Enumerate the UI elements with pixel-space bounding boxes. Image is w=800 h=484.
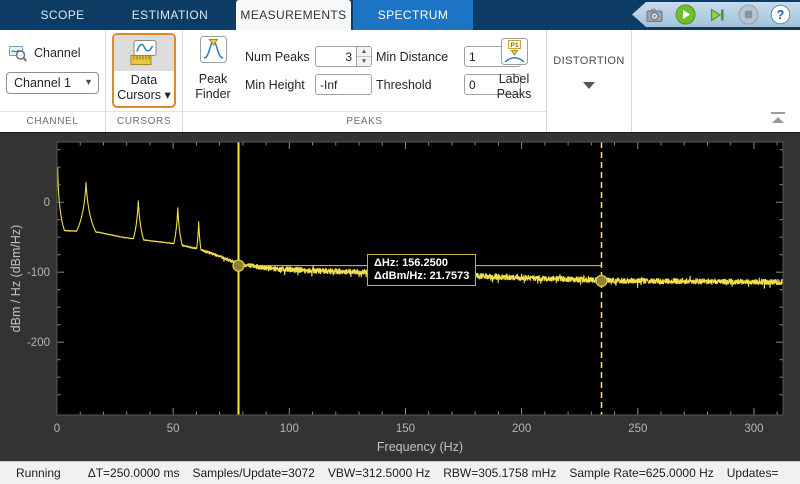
svg-text:200: 200 <box>512 423 531 435</box>
data-cursors-button[interactable]: Data Cursors ▾ <box>112 33 176 108</box>
num-peaks-spinner[interactable]: ▲ ▼ <box>356 47 371 66</box>
svg-text:300: 300 <box>744 423 763 435</box>
peak-finder-icon <box>200 36 227 63</box>
status-metric: Sample Rate=625.0000 Hz <box>569 466 713 480</box>
help-button[interactable]: ? <box>770 4 791 25</box>
status-metric: Samples/Update=3072 <box>192 466 314 480</box>
status-metric: RBW=305.1758 mHz <box>443 466 556 480</box>
spectrum-analyzer-window: SCOPE ESTIMATION MEASUREMENTS SPECTRUM <box>0 0 800 484</box>
min-height-label: Min Height <box>245 78 311 92</box>
min-height-field <box>315 74 372 95</box>
spinner-down-icon: ▼ <box>357 57 371 66</box>
channel-section: Channel Channel 1 ▾ CHANNEL <box>0 30 106 132</box>
svg-text:dBm / Hz (dBm/Hz): dBm / Hz (dBm/Hz) <box>9 225 23 333</box>
svg-text:0: 0 <box>44 197 50 209</box>
svg-text:150: 150 <box>396 423 415 435</box>
data-cursors-icon <box>127 39 161 68</box>
cursor-delta-hz: ΔHz: 156.2500 <box>374 257 469 270</box>
spectrum-chart-canvas[interactable]: 0 50 100 150 200 250 300 0 -100 -200 Frequency (Hz… <box>0 133 800 461</box>
svg-text:0: 0 <box>54 423 60 435</box>
channel-select-icon <box>8 43 28 63</box>
svg-text:-200: -200 <box>27 337 50 349</box>
num-peaks-input[interactable] <box>316 47 356 66</box>
collapse-bar-icon <box>771 112 785 114</box>
label-peaks-label-line2: Peaks <box>492 87 536 102</box>
channel-label: Channel <box>34 46 81 60</box>
cursor-delta-dbm: ΔdBm/Hz: 21.7573 <box>374 270 469 283</box>
run-button[interactable] <box>675 4 696 25</box>
collapse-arrow-icon <box>772 117 784 123</box>
stop-button[interactable] <box>738 4 759 25</box>
svg-text:Frequency (Hz): Frequency (Hz) <box>377 440 463 454</box>
svg-text:100: 100 <box>280 423 299 435</box>
tab-scope[interactable]: SCOPE <box>20 0 105 30</box>
status-metric: ΔT=250.0000 ms <box>88 466 180 480</box>
status-state: Running <box>16 466 61 480</box>
ribbon-filler <box>632 30 800 132</box>
data-cursors-label-line2: Cursors ▾ <box>114 88 174 103</box>
peak-finder-label-line2: Finder <box>189 87 237 102</box>
status-bar: Running ΔT=250.0000 ms Samples/Update=3072… <box>0 461 800 484</box>
channel-selector-header: Channel <box>8 43 105 63</box>
peak-finder-label-line1: Peak <box>189 72 237 87</box>
collapse-ribbon-button[interactable] <box>771 112 785 123</box>
tab-spectrum[interactable]: SPECTRUM <box>353 0 473 30</box>
svg-text:250: 250 <box>628 423 647 435</box>
step-forward-button[interactable] <box>707 5 727 25</box>
cursors-section-label: CURSORS <box>106 111 182 132</box>
tab-measurements[interactable]: MEASUREMENTS <box>236 0 351 30</box>
channel-dropdown-value: Channel 1 <box>14 76 71 90</box>
threshold-label: Threshold <box>376 78 460 92</box>
svg-text:?: ? <box>777 8 785 22</box>
svg-text:50: 50 <box>167 423 180 435</box>
quick-access-toolbar: ? <box>632 2 800 27</box>
svg-text:P1: P1 <box>510 42 518 49</box>
svg-text:-100: -100 <box>27 267 50 279</box>
cursors-section: Data Cursors ▾ CURSORS <box>106 30 183 132</box>
label-peaks-icon: P1 <box>501 38 528 65</box>
peaks-section-label: PEAKS <box>183 111 546 132</box>
tab-estimation[interactable]: ESTIMATION <box>105 0 235 30</box>
min-height-input[interactable] <box>316 75 371 94</box>
peak-finder-button[interactable]: Peak Finder <box>189 36 237 105</box>
min-distance-label: Min Distance <box>376 50 460 64</box>
spectrum-plot[interactable]: 0 50 100 150 200 250 300 0 -100 -200 Frequency (Hz… <box>0 133 800 461</box>
peaks-section: Peak Finder Num Peaks ▲ ▼ Min Distance <box>183 30 547 132</box>
camera-icon[interactable] <box>646 7 664 23</box>
num-peaks-field: ▲ ▼ <box>315 46 372 67</box>
label-peaks-button[interactable]: P1 Label Peaks <box>492 38 536 105</box>
label-peaks-label-line1: Label <box>492 72 536 87</box>
num-peaks-label: Num Peaks <box>245 50 311 64</box>
distortion-dropdown-icon[interactable] <box>583 82 595 89</box>
status-metric: Updates= <box>727 466 779 480</box>
data-cursors-label-line1: Data <box>114 73 174 88</box>
spinner-up-icon: ▲ <box>357 47 371 57</box>
distortion-label: DISTORTION <box>547 55 631 67</box>
channel-dropdown[interactable]: Channel 1 ▾ <box>6 72 99 94</box>
measurements-ribbon: Channel Channel 1 ▾ CHANNEL <box>0 30 800 133</box>
toolstrip-tabbar: SCOPE ESTIMATION MEASUREMENTS SPECTRUM <box>0 0 800 30</box>
peak-settings: Num Peaks ▲ ▼ Min Distance Min Height <box>245 46 521 95</box>
cursor-delta-readout: ΔHz: 156.2500 ΔdBm/Hz: 21.7573 <box>367 254 476 286</box>
distortion-section[interactable]: DISTORTION <box>547 30 632 132</box>
chevron-down-icon: ▾ <box>86 78 91 88</box>
channel-section-label: CHANNEL <box>0 111 105 132</box>
status-metric: VBW=312.5000 Hz <box>328 466 430 480</box>
